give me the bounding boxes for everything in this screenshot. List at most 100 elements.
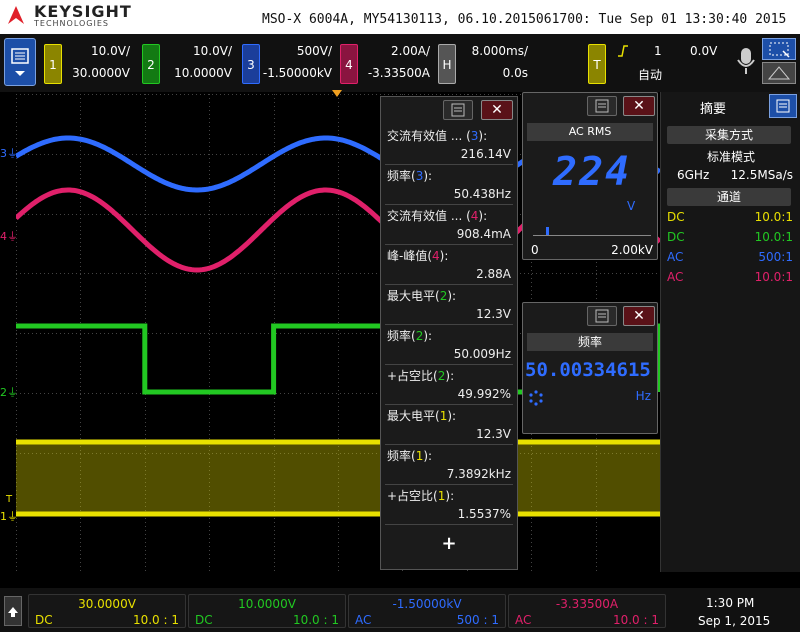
measurement-suffix: ): [445,369,455,383]
measurement-suffix: ): [447,289,457,303]
measurement-name: 最大电平( [387,289,440,303]
channel-2-marker[interactable]: 2⏚ [0,384,18,400]
channel-offset: 30.0000V [78,597,136,611]
measurement-suffix: ): [439,249,449,263]
measurement-name: 交流有效值 ... ( [387,129,471,143]
counter-reading: 50.00334615 [525,359,651,381]
busy-spinner-icon [529,390,543,406]
measurement-label: +占空比(1): [387,487,454,504]
measurement-value: 50.438Hz [453,187,511,201]
add-measurement-button[interactable]: + [381,533,517,554]
clock-date: Sep 1, 2015 [698,614,771,628]
measurement-label: 交流有效值 ... (3): [387,127,487,144]
measurement-suffix: ): [478,209,488,223]
measurement-suffix: ): [423,169,433,183]
measurement-suffix: ): [478,129,488,143]
channel-3-settings[interactable]: 3 500V/ -1.50000kV [240,38,336,86]
trigger-level-marker[interactable]: T [6,494,12,505]
dvm-close-button[interactable]: ✕ [623,96,655,116]
dvm-unit: V [627,199,636,213]
bottom-status-bar: 30.0000V DC 10.0 : 1 10.0000V DC 10.0 : 1 -1.5… [0,588,800,632]
divider [385,164,513,165]
measurement-name: 交流有效值 ... ( [387,209,471,223]
channel-3-status[interactable]: -1.50000kV AC 500 : 1 [348,594,506,628]
channel-1-scale: 10.0V/ [91,44,130,58]
channel-4-marker[interactable]: 4⏚ [0,228,18,244]
channel-3-marker[interactable]: 3⏚ [0,145,18,161]
channel-offset: -1.50000kV [392,597,462,611]
probe-ratio: 10.0:1 [754,270,793,284]
trigger-settings[interactable]: T 1 0.0V 自动 [586,38,726,86]
dvm-window: ✕ AC RMS 224 V 0 2.00kV [522,92,658,260]
measurement-panel: ✕ 交流有效值 ... (3): 216.14V 频率(3): 50.438Hz 交流有… [380,96,518,570]
measurement-name: 频率( [387,449,416,463]
coupling-value: AC [667,250,684,264]
measurement-label: 频率(2): [387,327,432,344]
channel-3-offset: -1.50000kV [262,66,332,80]
ground-icon: ⏚ [7,147,18,160]
channel-4-settings[interactable]: 4 2.00A/ -3.33500A [338,38,434,86]
channel-1-trace-band [16,442,660,514]
trigger-tag: T [588,44,606,84]
measurement-menu-button[interactable] [443,100,473,120]
channel-3-tag: 3 [242,44,260,84]
trigger-mode: 自动 [638,68,663,82]
channel-4-marker-label: 4 [0,230,7,243]
draw-mode-button[interactable] [762,62,796,84]
measurement-value: 2.88A [476,267,511,281]
dvm-menu-button[interactable] [587,96,617,116]
channel-4-tag: 4 [340,44,358,84]
channel-4-status[interactable]: -3.33500A AC 10.0 : 1 [508,594,666,628]
divider [385,284,513,285]
measurement-close-button[interactable]: ✕ [481,100,513,120]
channel-coupling: DC [35,613,53,627]
measurement-name: +占空比( [387,369,438,383]
measurement-name: 频率( [387,329,416,343]
measurement-name: 峰-峰值( [387,249,433,263]
trigger-position-marker[interactable] [332,90,342,97]
channel-coupling: AC [515,613,532,627]
counter-menu-button[interactable] [587,306,617,326]
counter-close-button[interactable]: ✕ [623,306,655,326]
dvm-bar-track [533,235,651,236]
summary-menu-button[interactable] [769,94,797,118]
measurement-value: 12.3V [476,307,511,321]
channel-1-status[interactable]: 30.0000V DC 10.0 : 1 [28,594,186,628]
channels-heading: 通道 [667,188,791,206]
zoom-box-icon [769,42,790,58]
channel-offset: 10.0000V [238,597,296,611]
measurement-label: 最大电平(1): [387,407,456,424]
brand-subtitle: TECHNOLOGIES [34,19,109,28]
channel-2-offset: 10.0000V [174,66,232,80]
channel-1-marker-label: 1 [0,510,7,523]
draw-triangle-icon [767,66,791,80]
channel-3-scale: 500V/ [296,44,332,58]
close-icon: ✕ [633,98,645,114]
divider [385,204,513,205]
horizontal-settings[interactable]: H 8.000ms/ 0.0s [436,38,532,86]
main-menu-button[interactable] [4,38,36,86]
channel-1-offset: 30.0000V [72,66,130,80]
voice-control-button[interactable] [734,42,758,82]
dvm-reading: 224 [553,149,632,195]
channel-2-scale: 10.0V/ [193,44,232,58]
probe-ratio: 500:1 [758,250,793,264]
measurement-value: 12.3V [476,427,511,441]
measurement-label: 峰-峰值(4): [387,247,448,264]
channel-2-settings[interactable]: 2 10.0V/ 10.0000V [140,38,236,86]
channel-1-settings[interactable]: 1 10.0V/ 30.0000V [42,38,134,86]
channel-4-scale: 2.00A/ [391,44,430,58]
coupling-value: DC [667,210,685,224]
counter-unit: Hz [635,389,651,403]
channel-2-status[interactable]: 10.0000V DC 10.0 : 1 [188,594,346,628]
summary-title: 摘要 [699,102,726,117]
touch-zoom-button[interactable] [762,38,796,60]
scroll-up-button[interactable] [4,596,22,626]
measurement-name: +占空比( [387,489,438,503]
channel-1-marker[interactable]: 1⏚ [0,508,18,524]
channel-2-marker-label: 2 [0,386,7,399]
measurement-value: 50.009Hz [453,347,511,361]
coupling-value: AC [667,270,684,284]
channel-coupling: AC [355,613,372,627]
channel-coupling: DC [195,613,213,627]
